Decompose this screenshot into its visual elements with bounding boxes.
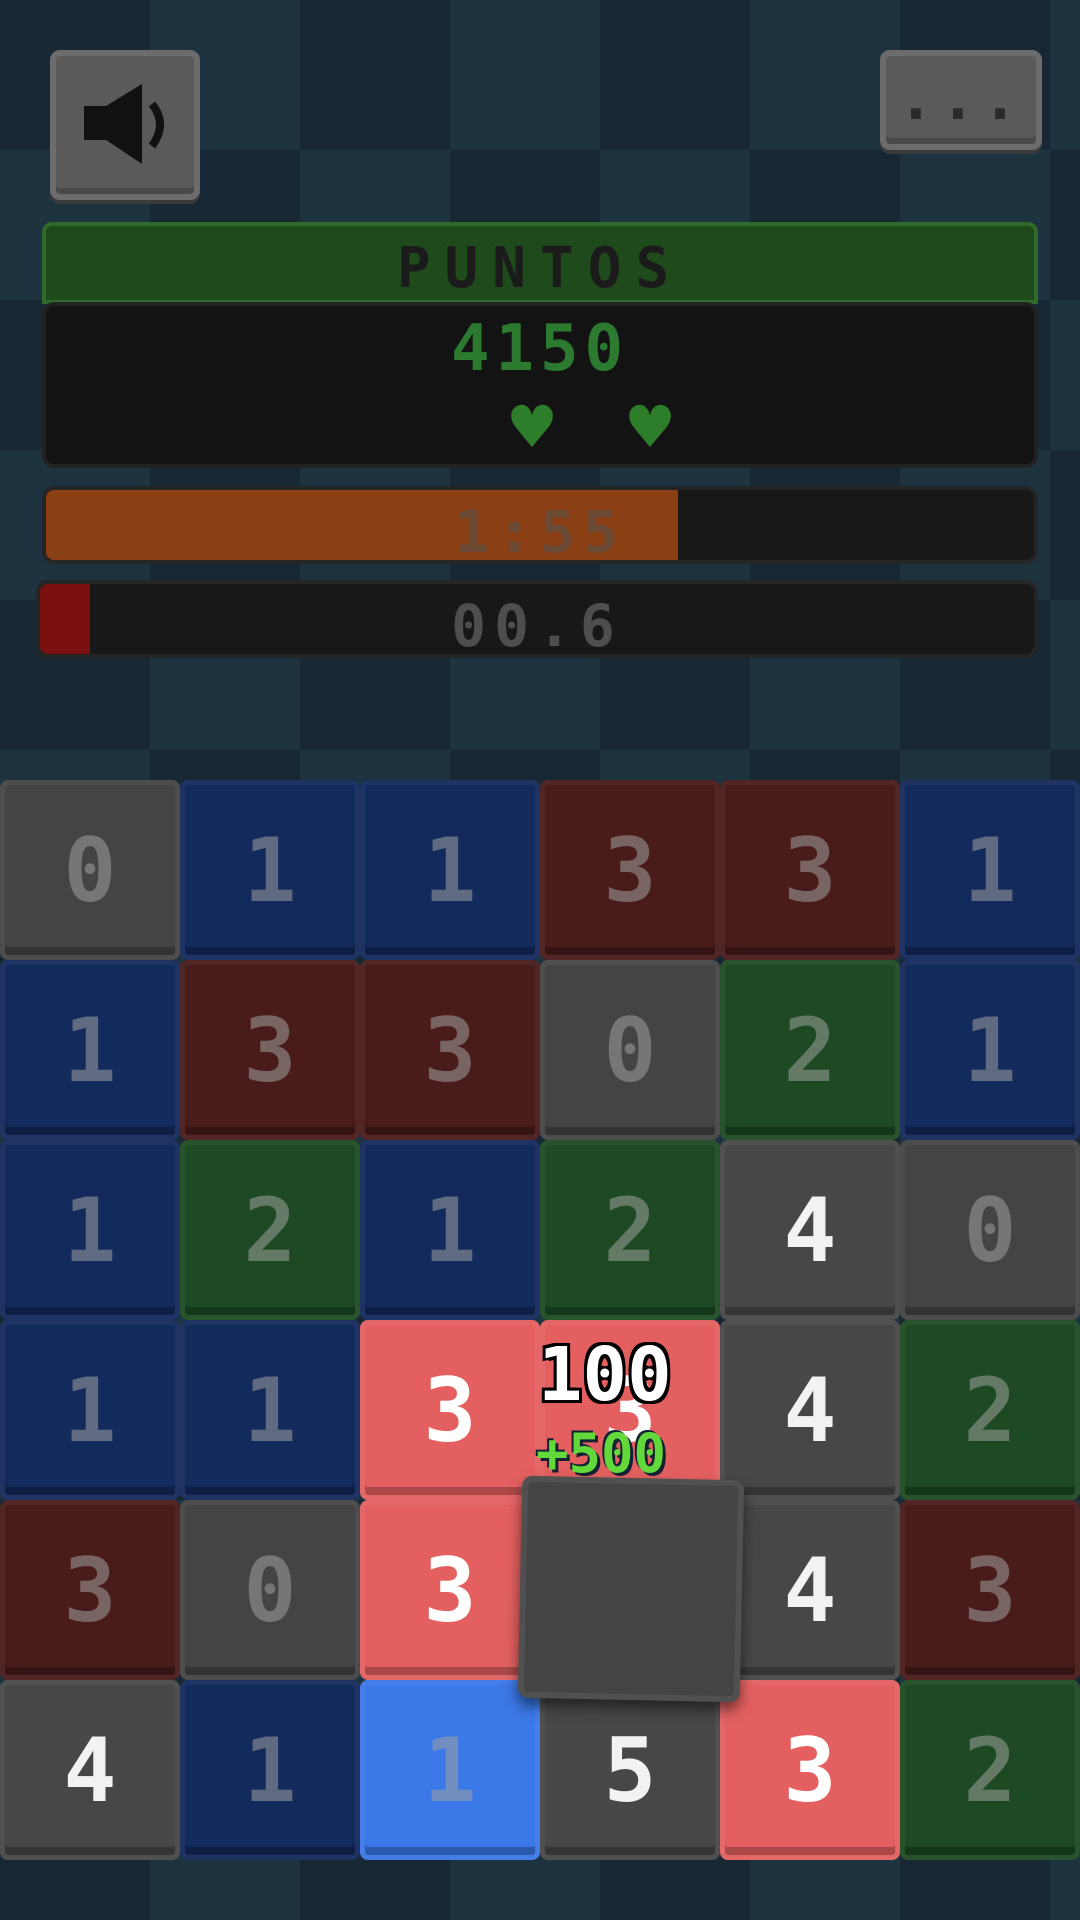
tile[interactable]: 3 xyxy=(360,960,540,1140)
tile[interactable]: 3 xyxy=(720,1680,900,1860)
tile[interactable]: 5 xyxy=(540,1680,720,1860)
popup-bonus: +500 xyxy=(536,1422,667,1485)
popup-points: 100 xyxy=(538,1332,672,1418)
tile[interactable]: 2 xyxy=(720,960,900,1140)
time-remaining: 1:55 xyxy=(454,498,626,564)
menu-button[interactable]: ... xyxy=(880,50,1042,150)
combo-timer: 00.6 xyxy=(451,592,623,658)
tile[interactable]: 0 xyxy=(540,960,720,1140)
tile[interactable]: 0 xyxy=(180,1500,360,1680)
tile[interactable]: 1 xyxy=(0,960,180,1140)
tile[interactable]: 1 xyxy=(180,1680,360,1860)
tile[interactable]: 3 xyxy=(0,1500,180,1680)
score-value: 4150 xyxy=(450,312,630,386)
tile[interactable]: 3 xyxy=(900,1500,1080,1680)
tile[interactable]: 2 xyxy=(900,1680,1080,1860)
tile[interactable]: 3 xyxy=(720,780,900,960)
tile[interactable]: 1 xyxy=(900,960,1080,1140)
tile[interactable]: 1 xyxy=(180,780,360,960)
tile[interactable]: 3 xyxy=(360,1320,540,1500)
more-icon: ... xyxy=(897,64,1025,134)
sound-button[interactable] xyxy=(50,50,200,200)
dragged-tile[interactable] xyxy=(517,1475,745,1703)
speaker-icon xyxy=(84,84,164,164)
tile[interactable]: 2 xyxy=(900,1320,1080,1500)
tile[interactable]: 1 xyxy=(0,1320,180,1500)
time-bar: 1:55 xyxy=(42,486,1038,564)
tile[interactable]: 1 xyxy=(0,1140,180,1320)
tile[interactable]: 1 xyxy=(360,1680,540,1860)
score-header: PUNTOS xyxy=(42,222,1038,304)
tile[interactable]: 3 xyxy=(180,960,360,1140)
tile[interactable]: 4 xyxy=(720,1320,900,1500)
tile[interactable]: 4 xyxy=(0,1680,180,1860)
tile[interactable]: 0 xyxy=(0,780,180,960)
tile[interactable]: 2 xyxy=(540,1140,720,1320)
tile[interactable]: 4 xyxy=(720,1500,900,1680)
score-box: 4150 ♥ ♥ xyxy=(42,302,1038,468)
tile[interactable]: 2 xyxy=(180,1140,360,1320)
tile[interactable]: 4 xyxy=(720,1140,900,1320)
heart-icon: ♥ xyxy=(624,393,676,461)
tile[interactable]: 3 xyxy=(360,1500,540,1680)
tile[interactable]: 1 xyxy=(360,780,540,960)
tile[interactable]: 1 xyxy=(360,1140,540,1320)
heart-icon: ♥ xyxy=(506,393,558,461)
combo-bar: 00.6 xyxy=(36,580,1038,658)
tile[interactable]: 3 xyxy=(540,780,720,960)
tile[interactable]: 1 xyxy=(180,1320,360,1500)
tile[interactable]: 1 xyxy=(900,780,1080,960)
tile[interactable]: 0 xyxy=(900,1140,1080,1320)
score-title: PUNTOS xyxy=(396,236,684,301)
